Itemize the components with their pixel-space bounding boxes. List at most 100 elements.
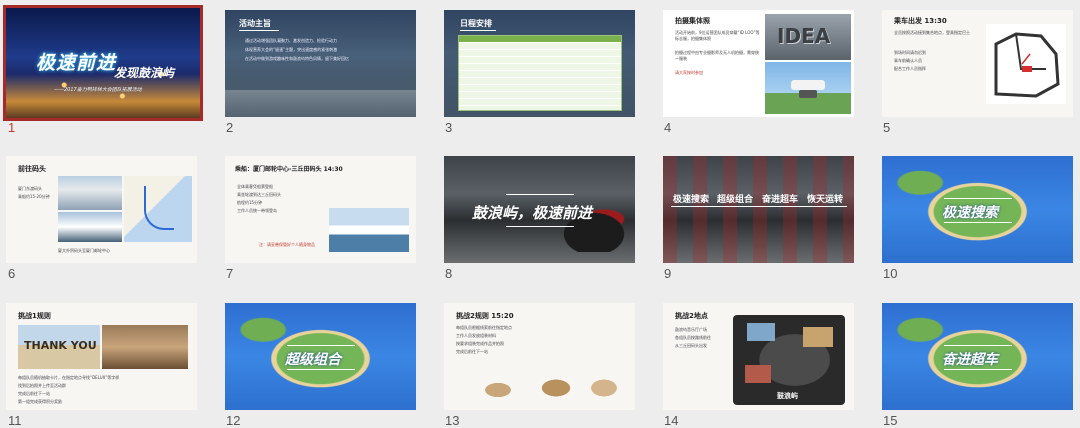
bullet-2: 乘船约15-20分钟 bbox=[18, 194, 50, 199]
schedule-table bbox=[458, 35, 622, 111]
labels-underline bbox=[671, 206, 847, 207]
slide-number: 1 bbox=[8, 120, 16, 135]
bullet-3: 从三丘田码头出发 bbox=[675, 343, 707, 348]
title-line-top bbox=[506, 194, 574, 195]
slide-title: 极速前进 bbox=[36, 52, 117, 74]
slide-title: 拍摄集体照 bbox=[675, 17, 710, 25]
challenge-label-3: 奋进超车 bbox=[762, 195, 799, 205]
bullet-2: 各组队员按路线前往 bbox=[675, 335, 711, 340]
sea-map bbox=[124, 176, 192, 242]
car-model bbox=[534, 375, 578, 401]
bullet-1: 每组队员根据线索前往指定地点 bbox=[456, 325, 512, 330]
slide-thumbnail-13[interactable]: 挑战2规则 15:20 每组队员根据线索前往指定地点 工作人员发放组装材料 按要… bbox=[444, 303, 635, 410]
bullet-2: 找到后拍照并上传至活动群 bbox=[18, 383, 66, 388]
ferry-photo bbox=[58, 212, 122, 242]
slide-thumbnail-14[interactable]: 挑战2地点 鼓浪屿 鼓浪屿音乐厅广场 各组队员按路线前往 从三丘田码头出发 bbox=[663, 303, 854, 410]
dragon-model bbox=[478, 379, 518, 401]
bullet-4: 完成后前往下一站 bbox=[456, 349, 488, 354]
bullet-3: 完成后前往下一站 bbox=[18, 391, 50, 396]
bullet-4: 工作人员统一带领登岛 bbox=[237, 208, 277, 213]
ship-photo bbox=[329, 208, 409, 252]
slide-title: 挑战2规则 15:20 bbox=[456, 312, 514, 320]
title-line-top bbox=[944, 345, 1012, 346]
slide-thumbnail-6[interactable]: 前往码头 厦门东渡码头 乘船约15-20分钟 厦大外贸码头至厦门邮轮中心 bbox=[6, 156, 197, 263]
thank-you-text: THANK YOU bbox=[24, 339, 97, 352]
bullet-1: 通过活动增强团队凝聚力、激发创造力、检验行动力 bbox=[245, 38, 337, 43]
slide-title: 乘车出发 13:30 bbox=[894, 17, 947, 25]
title-underline bbox=[239, 30, 279, 31]
slide-note: 注：请妥善保管好个人随身物品 bbox=[259, 242, 315, 247]
slide-title: 奋进超车 bbox=[942, 352, 998, 368]
slide-title: 极速搜索 bbox=[942, 205, 998, 221]
bullet-1: 鼓浪屿音乐厅广场 bbox=[675, 327, 707, 332]
slide-number: 9 bbox=[664, 266, 672, 281]
bus-photo bbox=[58, 176, 122, 210]
bullet-2: 拍摄过程中由专业摄影师及无人机拍摄，需穿统一服装 bbox=[675, 50, 759, 61]
title-line-top bbox=[287, 345, 355, 346]
slide-title: 挑战1规则 bbox=[18, 312, 51, 320]
slide-thumbnail-2[interactable]: 活动主旨 通过活动增强团队凝聚力、激发创造力、检验行动力 体现营养大会的“极速”… bbox=[225, 10, 416, 117]
slide-caption: 厦大外贸码头至厦门邮轮中心 bbox=[58, 248, 110, 253]
slide-number: 3 bbox=[445, 120, 453, 135]
slide-number: 2 bbox=[226, 120, 234, 135]
title-line-bottom bbox=[506, 226, 574, 227]
slide-number: 4 bbox=[664, 120, 672, 135]
slide-thumbnail-8[interactable]: 鼓浪屿，极速前进 bbox=[444, 156, 635, 263]
bullet-1: 活动开始前，9位运营团队成员穿戴“ID LOO”等标志服，拍摄集体照 bbox=[675, 30, 760, 41]
slide-thumbnail-10[interactable]: 极速搜索 bbox=[882, 156, 1073, 263]
title-line-bottom bbox=[944, 222, 1012, 223]
thank-you-photo: THANK YOU bbox=[18, 325, 100, 369]
slide-title: 日程安排 bbox=[460, 19, 492, 28]
slide-caption: ——2017奋力鸭祥林大会团队拓展活动 bbox=[54, 87, 142, 93]
challenge-label-2: 超级组合 bbox=[717, 195, 754, 205]
slide-subtitle: 发现鼓浪屿 bbox=[114, 66, 175, 80]
slide-thumbnail-7[interactable]: 乘船：厦门邮轮中心-三丘田码头 14:30 全体乘客凭船票登船 乘坐轮渡到达三丘… bbox=[225, 156, 416, 263]
bullet-2: 乘坐轮渡到达三丘田码头 bbox=[237, 192, 281, 197]
slide-thumbnail-4[interactable]: 拍摄集体照 活动开始前，9位运营团队成员穿戴“ID LOO”等标志服，拍摄集体照… bbox=[663, 10, 854, 117]
idea-photo: IDEA bbox=[765, 14, 851, 60]
slide-thumbnail-5[interactable]: 乘车出发 13:30 全员按照活动接到集合地点，登乘指定巴士 到场时间请勿迟到 … bbox=[882, 10, 1073, 117]
race-grid-photo bbox=[663, 156, 854, 263]
slide-thumbnail-3[interactable]: 日程安排 bbox=[444, 10, 635, 117]
bullet-3: 航程约15分钟 bbox=[237, 200, 263, 205]
slide-thumbnail-12[interactable]: 超级组合 bbox=[225, 303, 416, 410]
title-underline bbox=[460, 30, 496, 31]
slide-number: 10 bbox=[883, 266, 898, 281]
slide-number: 13 bbox=[445, 413, 460, 428]
bullet-1: 全员按照活动接到集合地点，登乘指定巴士 bbox=[894, 30, 970, 35]
bullet-1: 全体乘客凭船票登船 bbox=[237, 184, 273, 189]
bullet-1: 厦门东渡码头 bbox=[18, 186, 42, 191]
challenge-label-4: 恢天运转 bbox=[807, 195, 844, 205]
slide-title: 乘船：厦门邮轮中心-三丘田码头 14:30 bbox=[235, 166, 343, 173]
bullet-4: 第一组完成获得积分奖励 bbox=[18, 399, 62, 404]
bullet-4: 配合工作人员指挥 bbox=[894, 66, 926, 71]
shop-photo bbox=[102, 325, 188, 369]
plane-model bbox=[584, 375, 624, 401]
slide-number: 12 bbox=[226, 413, 241, 428]
title-line-bottom bbox=[944, 369, 1012, 370]
slide-thumbnail-1[interactable]: 极速前进 发现鼓浪屿 ——2017奋力鸭祥林大会团队拓展活动 bbox=[3, 5, 203, 121]
challenge-label-1: 极速搜索 bbox=[673, 195, 710, 205]
slide-title: 鼓浪屿，极速前进 bbox=[472, 204, 593, 222]
slide-number: 8 bbox=[445, 266, 453, 281]
slide-title: 超级组合 bbox=[285, 352, 341, 368]
slide-thumbnail-11[interactable]: 挑战1规则 THANK YOU 每组队员随机抽取卡片，在指定地点寻找“DELUX… bbox=[6, 303, 197, 410]
bullet-1: 每组队员随机抽取卡片，在指定地点寻找“DELUX”等字样 bbox=[18, 375, 120, 380]
slide-number: 15 bbox=[883, 413, 898, 428]
idea-text: IDEA bbox=[777, 24, 831, 48]
bullet-3: 在活动中做到游戏趣味性和鼓浪屿特色风情，留下美好回忆 bbox=[245, 56, 349, 61]
slide-title: 前往码头 bbox=[18, 165, 46, 173]
bullet-3: 按要求组装完成作品并拍照 bbox=[456, 341, 504, 346]
drone-photo bbox=[765, 62, 851, 114]
slide-thumbnail-9[interactable]: 极速搜索 超级组合 奋进超车 恢天运转 bbox=[663, 156, 854, 263]
slide-number: 6 bbox=[8, 266, 16, 281]
slide-title: 活动主旨 bbox=[239, 19, 271, 28]
map-logo: 鼓浪屿 bbox=[777, 392, 798, 400]
bullet-2: 体现营养大会的“极速”主题，突出速度感的紧张刺激 bbox=[245, 47, 338, 52]
bullet-2: 到场时间请勿迟到 bbox=[894, 50, 926, 55]
tour-map: 鼓浪屿 bbox=[733, 315, 845, 405]
slide-thumbnail-15[interactable]: 奋进超车 bbox=[882, 303, 1073, 410]
slide-title: 挑战2地点 bbox=[675, 312, 708, 320]
slide-number: 5 bbox=[883, 120, 891, 135]
bullet-3: 请大家按时参加 bbox=[675, 70, 703, 75]
